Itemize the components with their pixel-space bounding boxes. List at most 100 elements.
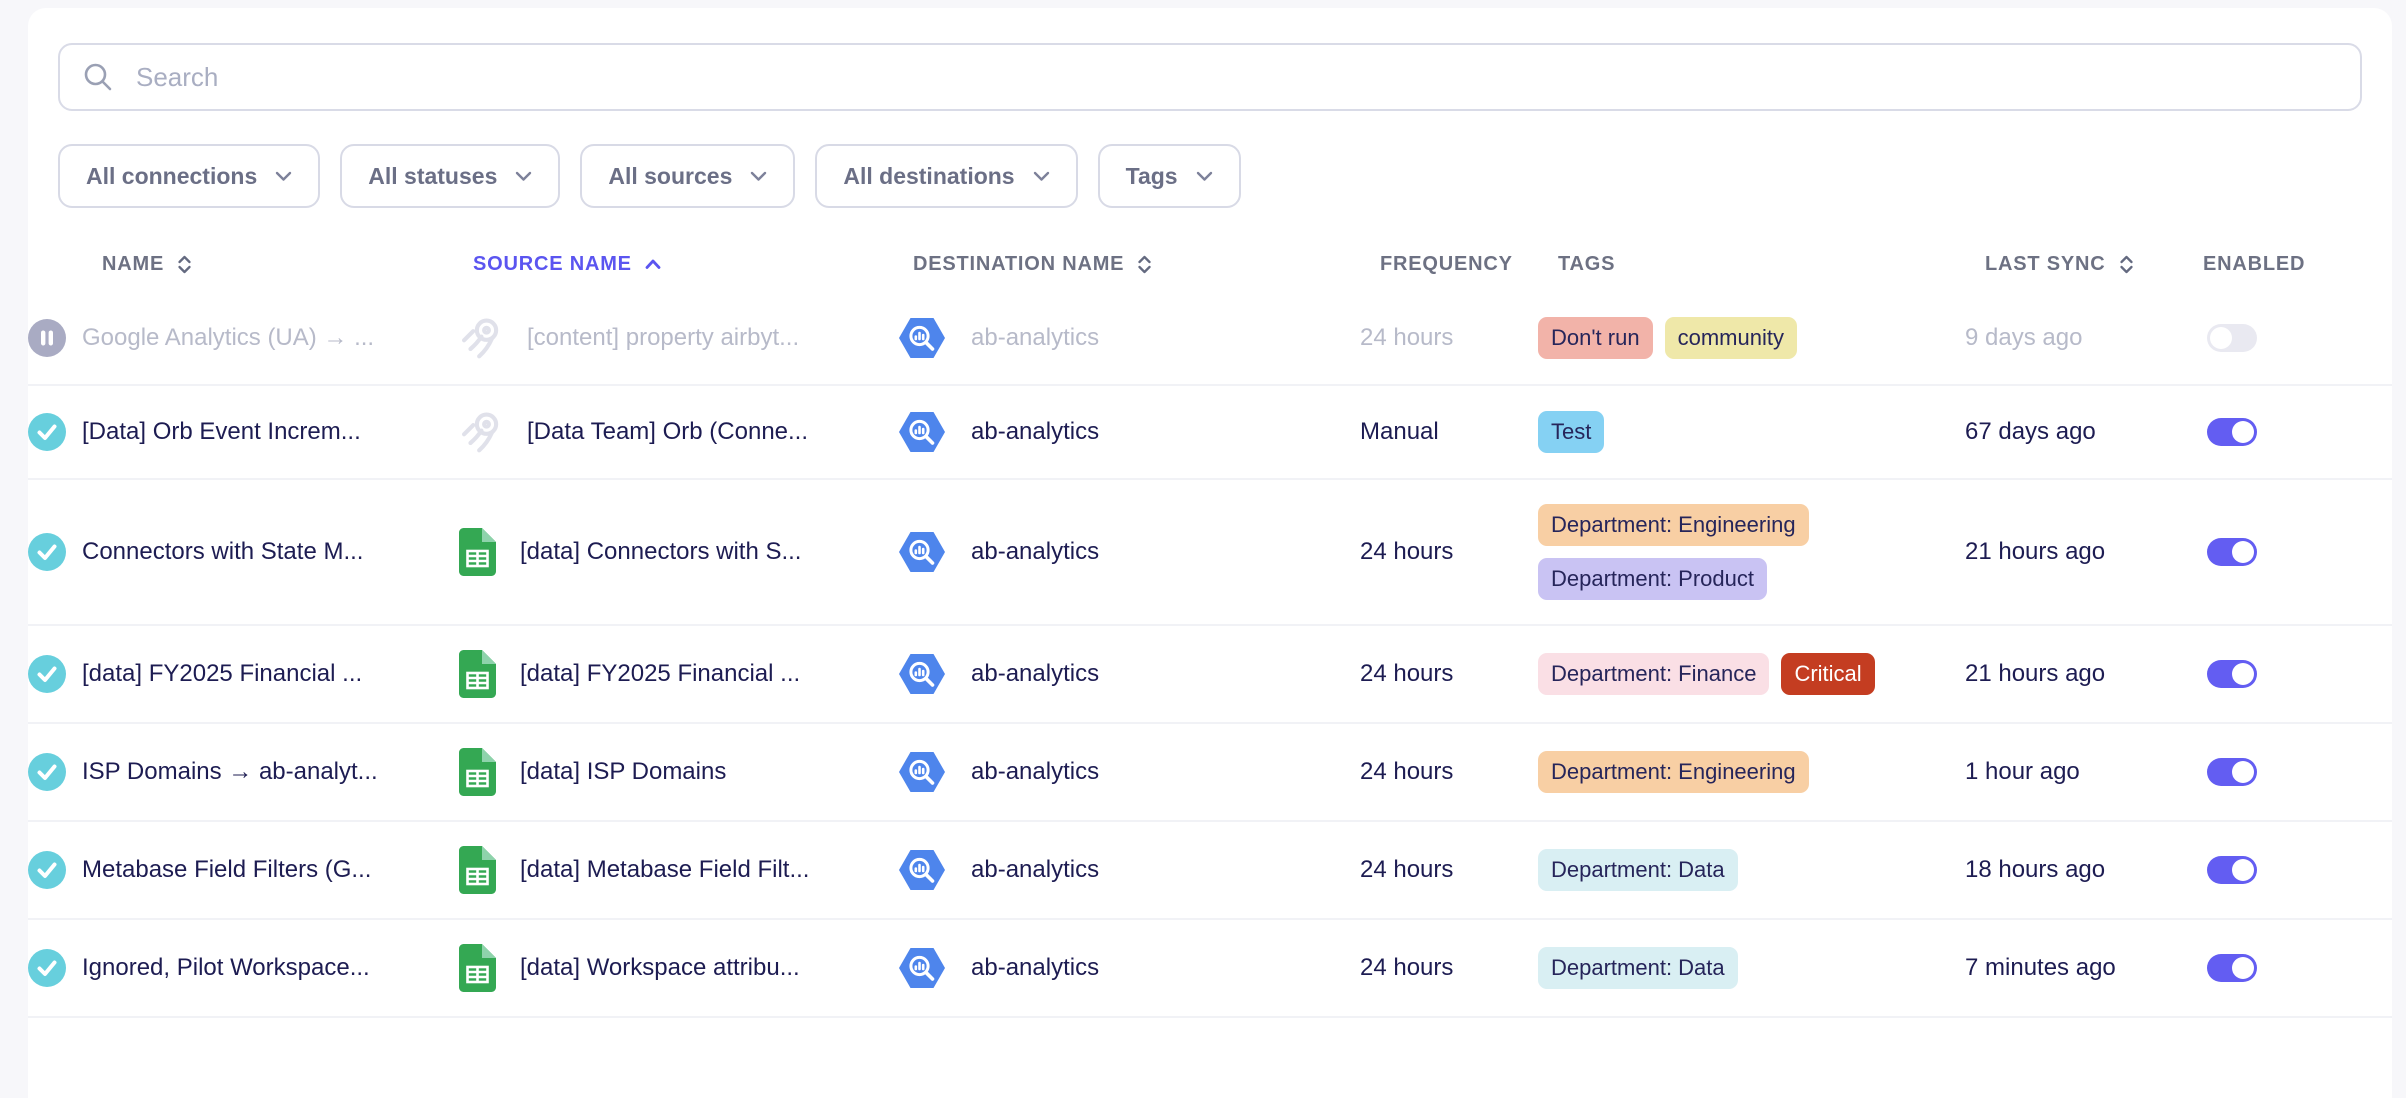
bigquery-destination-icon	[899, 850, 945, 890]
bigquery-destination-icon	[899, 532, 945, 572]
sort-icon	[2118, 254, 2135, 275]
chevron-down-icon	[1196, 171, 1213, 182]
destination-name: ab-analytics	[971, 418, 1099, 446]
filter-destinations[interactable]: All destinations	[815, 144, 1077, 208]
column-label: LAST SYNC	[1985, 253, 2106, 276]
connection-name: Google Analytics (UA) → ...	[82, 324, 374, 352]
chevron-down-icon	[1033, 171, 1050, 182]
tags-cell: Department: Data	[1538, 849, 1943, 891]
filter-label: All statuses	[368, 163, 497, 190]
google-sheets-icon	[459, 748, 496, 796]
table-row[interactable]: Connectors with State M...[data] Connect…	[28, 480, 2392, 626]
last-sync-value: 67 days ago	[1965, 418, 2096, 446]
connection-name: [data] FY2025 Financial ...	[82, 660, 362, 688]
filter-label: All sources	[608, 163, 732, 190]
connection-name: Connectors with State M...	[82, 538, 363, 566]
tag-chip: community	[1665, 317, 1797, 359]
bigquery-destination-icon	[899, 654, 945, 694]
toggle-knob	[2232, 761, 2254, 783]
tag-chip: Department: Data	[1538, 947, 1738, 989]
filter-tags[interactable]: Tags	[1098, 144, 1241, 208]
tag-chip: Critical	[1781, 653, 1874, 695]
bigquery-destination-icon	[899, 412, 945, 452]
bigquery-destination-icon	[899, 318, 945, 358]
connections-card: All connections All statuses All sources Al…	[28, 8, 2392, 1098]
google-sheets-icon	[459, 944, 496, 992]
enabled-toggle[interactable]	[2207, 538, 2257, 566]
enabled-toggle[interactable]	[2207, 418, 2257, 446]
last-sync-value: 21 hours ago	[1965, 538, 2105, 566]
tag-chip: Department: Data	[1538, 849, 1738, 891]
frequency-value: Manual	[1360, 418, 1439, 446]
table-body: Google Analytics (UA) → ... [content] pro…	[28, 292, 2392, 1018]
column-header-source-name[interactable]: SOURCE NAME	[473, 253, 913, 276]
table-row[interactable]: ISP Domains → ab-analyt...[data] ISP Dom…	[28, 724, 2392, 822]
sort-icon	[176, 254, 193, 275]
tags-cell: Department: Engineering	[1538, 751, 1943, 793]
destination-name: ab-analytics	[971, 660, 1099, 688]
source-name: [content] property airbyt...	[527, 324, 799, 352]
tags-cell: Test	[1538, 411, 1943, 453]
tag-chip: Department: Product	[1538, 558, 1767, 600]
source-name: [data] Metabase Field Filt...	[520, 856, 809, 884]
success-status-icon	[28, 949, 66, 987]
table-row[interactable]: Google Analytics (UA) → ... [content] pro…	[28, 292, 2392, 386]
tags-cell: Don't runcommunity	[1538, 317, 1943, 359]
source-name: [data] FY2025 Financial ...	[520, 660, 800, 688]
column-header-last-sync[interactable]: LAST SYNC	[1985, 253, 2203, 276]
table-header: NAME SOURCE NAMEDESTINATION NAME FREQUENCY…	[28, 236, 2392, 292]
column-header-name[interactable]: NAME	[48, 253, 473, 276]
toggle-knob	[2232, 957, 2254, 979]
destination-name: ab-analytics	[971, 324, 1099, 352]
tag-chip: Department: Finance	[1538, 653, 1769, 695]
toggle-knob	[2232, 421, 2254, 443]
success-status-icon	[28, 753, 66, 791]
chevron-down-icon	[515, 171, 532, 182]
search-input[interactable]	[134, 61, 2338, 94]
google-sheets-icon	[459, 650, 496, 698]
filter-statuses[interactable]: All statuses	[340, 144, 560, 208]
success-status-icon	[28, 413, 66, 451]
enabled-toggle[interactable]	[2207, 324, 2257, 352]
success-status-icon	[28, 533, 66, 571]
search-bar	[58, 43, 2362, 111]
last-sync-value: 18 hours ago	[1965, 856, 2105, 884]
toggle-knob	[2232, 663, 2254, 685]
filter-sources[interactable]: All sources	[580, 144, 795, 208]
filter-connections[interactable]: All connections	[58, 144, 320, 208]
bigquery-destination-icon	[899, 948, 945, 988]
airbyte-source-icon	[459, 410, 503, 454]
enabled-toggle[interactable]	[2207, 856, 2257, 884]
paused-status-icon	[28, 319, 66, 357]
connection-name: Ignored, Pilot Workspace...	[82, 954, 370, 982]
connection-name: [Data] Orb Event Increm...	[82, 418, 361, 446]
table-row[interactable]: [Data] Orb Event Increm...[Data Team] Or…	[28, 386, 2392, 480]
source-name: [data] Workspace attribu...	[520, 954, 800, 982]
column-header-tags: TAGS	[1558, 253, 1985, 276]
frequency-value: 24 hours	[1360, 660, 1453, 688]
column-label: DESTINATION NAME	[913, 253, 1124, 276]
tags-cell: Department: Data	[1538, 947, 1943, 989]
enabled-toggle[interactable]	[2207, 954, 2257, 982]
enabled-toggle[interactable]	[2207, 758, 2257, 786]
chevron-down-icon	[275, 171, 292, 182]
tags-cell: Department: Finance Critical	[1538, 653, 1943, 695]
column-header-destination-name[interactable]: DESTINATION NAME	[913, 253, 1380, 276]
table-row[interactable]: Metabase Field Filters (G...[data] Metab…	[28, 822, 2392, 920]
table-row[interactable]: Ignored, Pilot Workspace... [data] Worksp…	[28, 920, 2392, 1018]
toggle-knob	[2210, 327, 2232, 349]
frequency-value: 24 hours	[1360, 954, 1453, 982]
google-sheets-icon	[459, 846, 496, 894]
source-name: [data] ISP Domains	[520, 758, 726, 786]
table-row[interactable]: [data] FY2025 Financial ... [data] FY2025…	[28, 626, 2392, 724]
search-icon	[82, 61, 114, 93]
tag-chip: Department: Engineering	[1538, 751, 1809, 793]
filter-bar: All connections All statuses All sources Al…	[58, 144, 2362, 208]
column-header-frequency: FREQUENCY	[1380, 253, 1558, 276]
frequency-value: 24 hours	[1360, 856, 1453, 884]
column-label: TAGS	[1558, 253, 1615, 276]
success-status-icon	[28, 851, 66, 889]
enabled-toggle[interactable]	[2207, 660, 2257, 688]
column-label: NAME	[102, 253, 164, 276]
sort-asc-icon	[644, 257, 662, 271]
